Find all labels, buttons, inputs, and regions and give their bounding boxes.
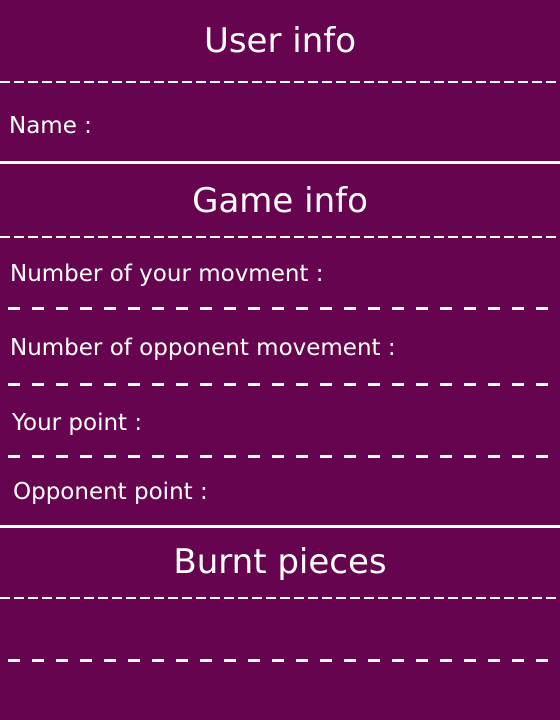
name-label: Name : xyxy=(9,113,92,139)
game-info-title: Game info xyxy=(192,181,368,221)
burnt-pieces-row-2 xyxy=(8,664,552,716)
info-panel: User info Name : Game info Number of you… xyxy=(0,0,560,720)
your-movement-label: Number of your movment : xyxy=(10,261,324,287)
opponent-movement-divider xyxy=(8,383,548,386)
your-movement-divider xyxy=(8,307,548,310)
burnt-pieces-row-1 xyxy=(8,602,552,654)
your-point-divider xyxy=(8,455,548,458)
burnt-pieces-row-divider xyxy=(8,659,548,662)
your-point-label: Your point : xyxy=(12,410,143,436)
burnt-pieces-title: Burnt pieces xyxy=(173,542,387,582)
opponent-point-label: Opponent point : xyxy=(13,479,208,505)
section-divider-game-burnt xyxy=(0,525,560,528)
section-divider-user-game xyxy=(0,161,560,164)
user-info-title: User info xyxy=(203,21,357,61)
opponent-movement-label: Number of opponent movement : xyxy=(10,335,396,361)
game-info-title-divider xyxy=(0,236,560,238)
user-info-title-divider xyxy=(0,81,560,83)
burnt-pieces-title-divider xyxy=(0,597,560,599)
